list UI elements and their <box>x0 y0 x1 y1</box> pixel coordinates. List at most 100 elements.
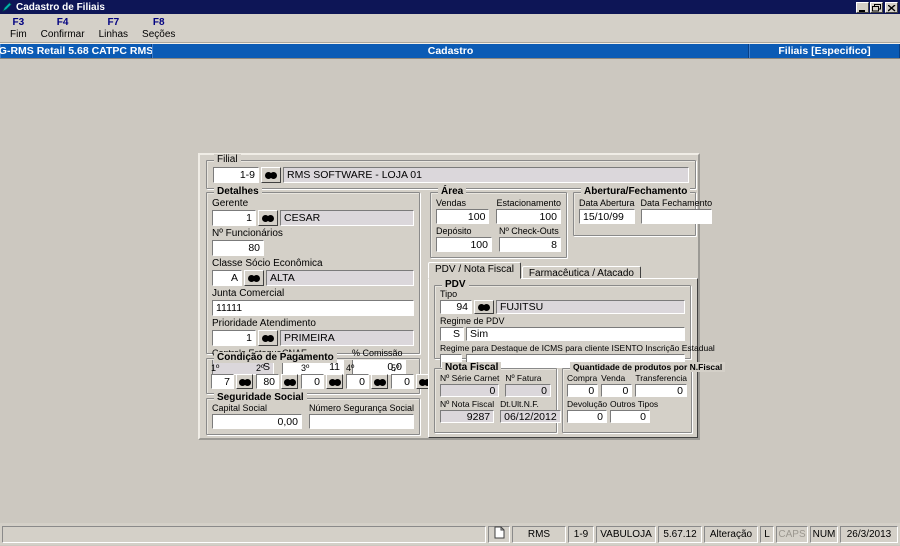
filial-group-label: Filial <box>214 154 241 165</box>
binoculars-icon <box>328 378 341 386</box>
nota-fiscal-group: Nota Fiscal Nº Série Carnet 0 Nº Fatura … <box>434 362 561 433</box>
filial-name-field: RMS SOFTWARE - LOJA 01 <box>283 167 689 183</box>
binoculars-icon <box>373 378 386 386</box>
status-date-panel: 26/3/2013 <box>840 525 898 543</box>
prioridade-code-input[interactable] <box>212 330 256 346</box>
f7-linhas-button[interactable]: F7 Linhas <box>93 15 134 42</box>
numero-seguranca-label: Número Segurança Social <box>308 403 414 413</box>
close-icon <box>887 0 896 15</box>
function-key-toolbar: F3 Fim F4 Confirmar F7 Linhas F8 Seções <box>0 14 900 43</box>
tab-pdv-nota-fiscal[interactable]: PDV / Nota Fiscal <box>428 262 521 279</box>
deposito-label: Depósito <box>436 226 472 236</box>
filial-code-input[interactable] <box>213 167 259 183</box>
vendas-input[interactable] <box>436 209 490 224</box>
junta-label: Junta Comercial <box>212 288 285 299</box>
funcionarios-input[interactable] <box>212 240 264 256</box>
area-group-title: Área <box>438 186 467 197</box>
pdv-tabstrip: PDV / Nota Fiscal Farmacêutica / Atacado <box>428 262 641 279</box>
minimize-icon <box>858 0 867 15</box>
outros-tipos-input[interactable] <box>610 410 650 423</box>
data-abertura-label: Data Abertura <box>579 198 635 208</box>
pdv-tipo-lookup-button[interactable] <box>474 300 494 314</box>
estacionamento-input[interactable] <box>496 209 561 224</box>
quantidade-produtos-group: Quantidade de produtos por N.Fiscal Comp… <box>562 362 726 433</box>
classe-lookup-button[interactable] <box>244 270 264 286</box>
restore-icon <box>872 0 881 15</box>
transferencia-label: Transferencia <box>635 373 687 383</box>
cond3-input[interactable] <box>301 374 324 389</box>
data-fechamento-input[interactable] <box>640 209 713 224</box>
f4-key-label: F4 <box>56 16 69 28</box>
fatura-label: Nº Fatura <box>505 373 542 383</box>
cond3-lookup-button[interactable] <box>326 374 343 389</box>
cond2-input[interactable] <box>256 374 279 389</box>
restore-button[interactable] <box>870 0 883 15</box>
cond4-input[interactable] <box>346 374 369 389</box>
window-title: Cadastro de Filiais <box>16 1 105 13</box>
f7-key-label: F7 <box>107 16 120 28</box>
transferencia-input[interactable] <box>635 384 687 397</box>
detalhes-group-title: Detalhes <box>214 186 262 197</box>
pdv-tipo-input[interactable] <box>440 300 472 314</box>
fatura-field: 0 <box>505 384 551 397</box>
close-button[interactable] <box>885 0 898 15</box>
gerente-label: Gerente <box>212 198 249 209</box>
venda-input[interactable] <box>601 384 633 397</box>
binoculars-icon <box>283 378 296 386</box>
classe-code-input[interactable] <box>212 270 242 286</box>
deposito-input[interactable] <box>436 237 492 252</box>
status-system-panel: RMS <box>512 525 566 543</box>
serie-carnet-field: 0 <box>440 384 500 397</box>
checkouts-input[interactable] <box>499 237 561 252</box>
cond1-label: 1º <box>211 363 220 373</box>
nota-fiscal-field: 9287 <box>440 410 495 423</box>
condicao-pagamento-group: Condição de Pagamento 1º 2º 3º 4º 5º <box>206 352 433 394</box>
regime-pdv-input[interactable] <box>440 327 464 341</box>
binoculars-icon <box>262 334 274 342</box>
filial-lookup-button[interactable] <box>261 167 281 183</box>
module-label: Cadastro <box>152 44 749 58</box>
capital-social-input[interactable] <box>212 414 302 429</box>
status-bar: RMS 1-9 VABULOJA 5.67.12 Alteração L CAP… <box>0 523 900 545</box>
minimize-button[interactable] <box>856 0 869 15</box>
screen-label: Filiais [Especifico] <box>749 44 900 58</box>
cond4-label: 4º <box>346 363 355 373</box>
cond2-label: 2º <box>256 363 265 373</box>
quantidade-group-title: Quantidade de produtos por N.Fiscal <box>570 362 726 372</box>
binoculars-icon <box>248 274 260 282</box>
cond5-input[interactable] <box>391 374 414 389</box>
data-fechamento-label: Data Fechamento <box>640 198 713 208</box>
cond2-lookup-button[interactable] <box>281 374 298 389</box>
dt-ult-nf-label: Dt.Ult.N.F. <box>500 399 539 409</box>
binoculars-icon <box>238 378 251 386</box>
gerente-lookup-button[interactable] <box>258 210 278 226</box>
binoculars-icon <box>265 171 277 179</box>
f4-confirmar-button[interactable]: F4 Confirmar <box>35 15 91 42</box>
pdv-nota-fiscal-tabpage: PDV Tipo FUJITSU Regime de PDV Sim Regim… <box>428 278 726 438</box>
numero-seguranca-input[interactable] <box>308 414 414 429</box>
compra-input[interactable] <box>567 384 599 397</box>
cond1-lookup-button[interactable] <box>236 374 253 389</box>
linhas-label: Linhas <box>98 28 129 40</box>
data-abertura-input[interactable] <box>579 209 635 224</box>
app-version-label: G-RMS Retail 5.68 CATPC RMS <box>0 44 154 58</box>
cond4-lookup-button[interactable] <box>371 374 388 389</box>
gerente-code-input[interactable] <box>212 210 256 226</box>
comissao-label: % Comissão <box>352 348 403 358</box>
devolucao-input[interactable] <box>567 410 607 423</box>
detalhes-group: Detalhes Gerente CESAR Nº Funcionários C… <box>206 186 420 375</box>
f3-fim-button[interactable]: F3 Fim <box>4 15 33 42</box>
app-header-strip: G-RMS Retail 5.68 CATPC RMS Cadastro Fil… <box>0 43 900 58</box>
junta-input[interactable] <box>212 300 414 316</box>
seguridade-social-group: Seguridade Social Capital Social Número … <box>206 392 420 435</box>
nota-fiscal-label: Nº Nota Fiscal <box>440 399 495 409</box>
f8-secoes-button[interactable]: F8 Seções <box>136 15 181 42</box>
nota-fiscal-group-title: Nota Fiscal <box>442 362 502 373</box>
status-num-panel: NUM <box>810 525 838 543</box>
cond1-input[interactable] <box>211 374 234 389</box>
condicao-group-title: Condição de Pagamento <box>214 352 337 363</box>
confirmar-label: Confirmar <box>40 28 85 40</box>
venda-label: Venda <box>601 373 626 383</box>
pdv-tipo-label: Tipo <box>440 289 458 299</box>
prioridade-lookup-button[interactable] <box>258 330 278 346</box>
